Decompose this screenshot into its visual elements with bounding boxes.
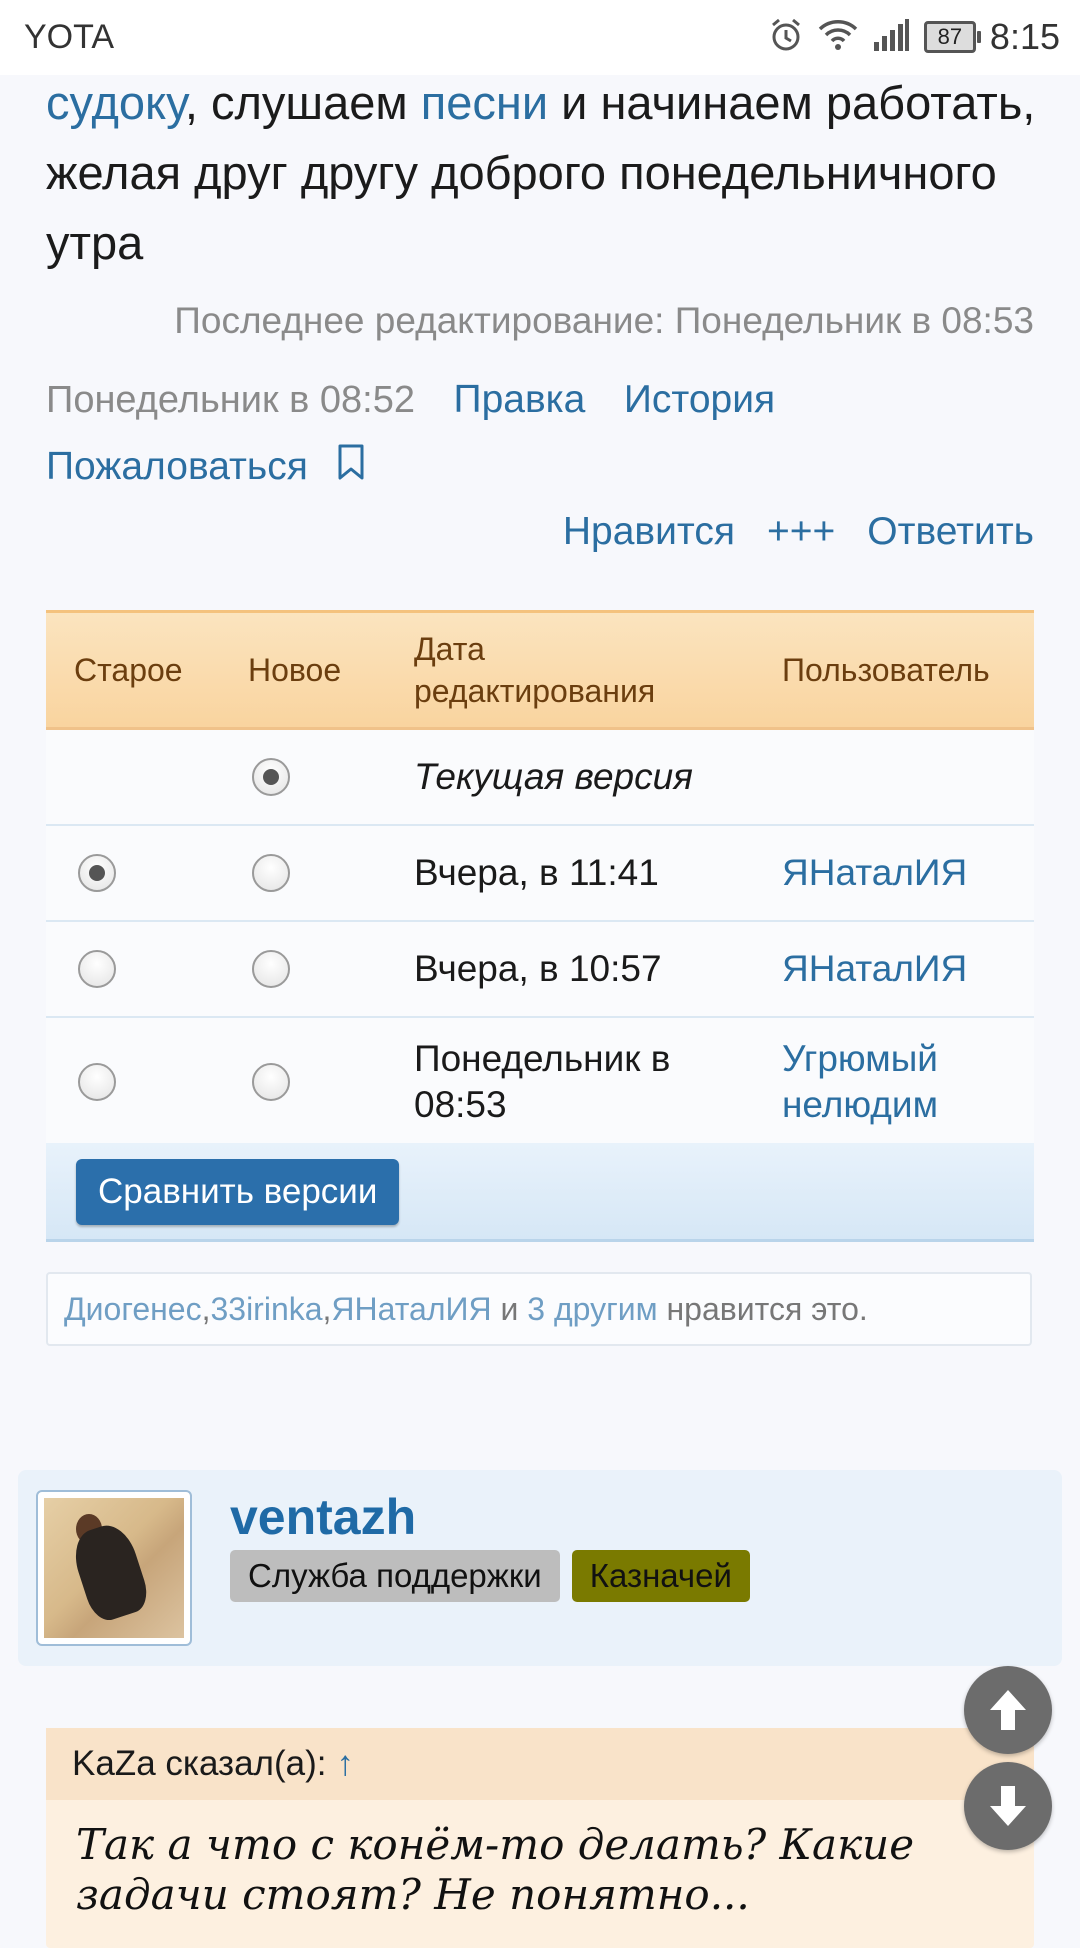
likes-and: и [491,1290,528,1327]
new-version-cell [252,826,290,920]
quote-author: KaZa сказал(а): [72,1744,327,1783]
badge-support: Служба поддержки [230,1550,560,1602]
edit-date: Текущая версия [414,756,693,797]
report-link[interactable]: Пожаловаться [46,445,308,489]
wifi-icon [818,18,858,57]
table-header: Старое Новое Дата редактирования Пользов… [46,610,1034,730]
status-bar: YOTA 87 8:15 [0,0,1080,75]
post-body-text: судоку, слушаем песни и начинаем работат… [46,68,1036,278]
battery-level: 87 [937,24,963,49]
scroll-up-icon[interactable] [964,1666,1052,1754]
liker-link[interactable]: 33irinka [210,1291,322,1328]
liker-link[interactable]: Диогенес [64,1291,202,1328]
signal-icon [872,18,910,57]
plus-link[interactable]: +++ [767,510,835,554]
table-row: Текущая версия [46,730,1034,826]
table-row: Вчера, в 11:41 ЯНаталИЯ [46,826,1034,922]
new-version-radio[interactable] [252,950,290,988]
edit-date: Понедельник в 08:53 [414,1038,671,1125]
table-row: Вчера, в 10:57 ЯНаталИЯ [46,922,1034,1018]
quote-jump-link[interactable]: ↑ [336,1744,354,1784]
scroll-down-icon[interactable] [964,1762,1052,1850]
post-meta: Понедельник в 08:52 Правка История [46,378,775,422]
edit-user-link[interactable]: ЯНаталИЯ [782,922,1012,1016]
compare-versions-button[interactable]: Сравнить версии [76,1159,400,1225]
avatar-image [44,1498,184,1638]
badge-treasurer: Казначей [571,1550,750,1602]
status-icons: 87 8:15 [768,14,1060,60]
header-date: Дата редактирования [414,631,656,709]
report-row: Пожаловаться [46,444,366,490]
alarm-icon [768,17,804,58]
last-edit-note: Последнее редактирование: Понедельник в … [174,300,1034,341]
likes-separator: , [201,1290,211,1327]
edit-date: Вчера, в 11:41 [414,852,659,893]
avatar[interactable] [36,1490,192,1646]
like-link[interactable]: Нравится [563,510,735,554]
old-version-radio[interactable] [78,854,116,892]
liker-link[interactable]: ЯНаталИЯ [331,1291,491,1328]
old-version-radio[interactable] [78,1063,116,1101]
edit-user-link[interactable]: ЯНаталИЯ [782,826,1012,920]
post-text-link[interactable]: песни [421,76,548,129]
old-version-cell [78,1018,116,1146]
new-version-radio[interactable] [252,1063,290,1101]
battery-icon: 87 [923,21,981,53]
user-badges: Служба поддержки Казначей [230,1550,750,1602]
likes-summary: Диогенес, 33irinka, ЯНаталИЯ и 3 другим … [46,1272,1032,1346]
edit-history-table: Старое Новое Дата редактирования Пользов… [46,610,1034,1148]
header-new: Новое [248,651,342,688]
quote-block: KaZa сказал(а): ↑ Так а что с конём-то д… [46,1728,1034,1948]
likes-suffix: нравится это. [657,1290,868,1327]
likes-separator: , [322,1290,332,1327]
header-old: Старое [74,651,183,688]
quote-text: Так а что с конём-то делать? Какие задач… [76,1820,915,1919]
post-date: Понедельник в 08:52 [46,379,415,421]
reply-link[interactable]: Ответить [867,510,1034,554]
compare-bar: Сравнить версии [46,1143,1034,1242]
username[interactable]: ventazh [230,1488,416,1546]
table-body: Текущая версия Вчера, в 11:41 ЯНаталИЯ Вчер… [46,730,1034,1148]
old-version-radio[interactable] [78,950,116,988]
header-user: Пользователь [782,651,990,688]
likes-others-link[interactable]: 3 другим [527,1291,657,1328]
quote-header: KaZa сказал(а): ↑ [46,1728,1034,1800]
old-version-cell [78,826,116,920]
post-text-link[interactable]: судоку [46,76,185,129]
clock: 8:15 [989,16,1060,57]
edit-link[interactable]: Правка [454,378,586,421]
new-version-cell [252,1018,290,1146]
bookmark-icon[interactable] [336,444,366,490]
edit-date: Вчера, в 10:57 [414,948,662,989]
carrier-name: YOTA [24,18,115,56]
post-author-card: ventazh Служба поддержки Казначей [18,1470,1062,1666]
post-actions: Нравится +++ Ответить [563,510,1034,554]
post-text-span: , слушаем [184,76,421,129]
history-link[interactable]: История [624,378,775,421]
new-version-radio[interactable] [252,758,290,796]
table-row: Понедельник в 08:53 Угрюмый нелюдим [46,1018,1034,1148]
new-version-cell [252,922,290,1016]
old-version-cell [78,922,116,1016]
new-version-cell [252,730,290,824]
edit-user-link[interactable]: Угрюмый нелюдим [782,1018,1012,1146]
new-version-radio[interactable] [252,854,290,892]
